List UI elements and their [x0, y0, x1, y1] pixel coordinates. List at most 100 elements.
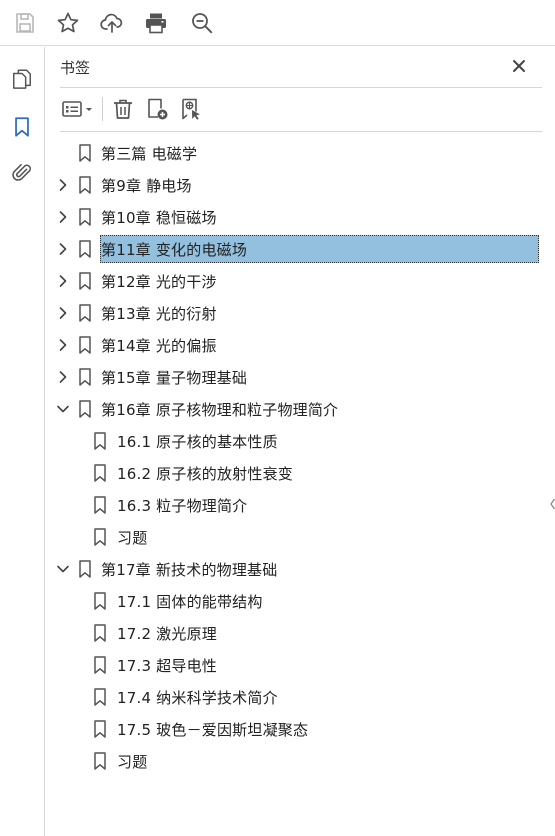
print-button[interactable]	[142, 9, 170, 37]
bookmark-item-icon	[79, 400, 91, 418]
trash-icon	[114, 99, 132, 119]
bookmark-label: 第11章 变化的电磁场	[101, 241, 248, 259]
bookmarks-panel: 书签 第三篇 电磁学 第9章 静电场 第10章 稳恒磁场 第11章 变化的电磁场…	[46, 47, 555, 836]
toolbar-separator	[102, 97, 103, 121]
bookmark-row-selected[interactable]: 第11章 变化的电磁场	[46, 235, 555, 263]
bookmark-label: 习题	[117, 529, 148, 547]
bookmark-item-icon	[94, 688, 106, 706]
chevron-right-icon[interactable]	[56, 338, 70, 352]
bookmark-row[interactable]: 16.1 原子核的基本性质	[46, 427, 555, 455]
bookmark-label: 第17章 新技术的物理基础	[101, 561, 278, 579]
bookmark-label: 17.5 玻色－爱因斯坦凝聚态	[117, 721, 309, 739]
bookmark-label: 17.3 超导电性	[117, 657, 217, 675]
bookmark-label: 17.4 纳米科学技术简介	[117, 689, 278, 707]
delete-bookmark-button[interactable]	[110, 95, 136, 123]
bookmark-item-icon	[94, 592, 106, 610]
bookmark-label: 第12章 光的干涉	[101, 273, 217, 291]
chevron-right-icon[interactable]	[56, 210, 70, 224]
bookmark-label: 第15章 量子物理基础	[101, 369, 248, 387]
chevron-right-icon[interactable]	[56, 306, 70, 320]
chevron-right-icon[interactable]	[56, 370, 70, 384]
chevron-right-icon[interactable]	[56, 242, 70, 256]
bookmark-row[interactable]: 16.3 粒子物理简介	[46, 491, 555, 519]
bookmark-item-icon	[79, 272, 91, 290]
new-bookmark-button[interactable]	[144, 95, 170, 123]
save-icon	[16, 13, 34, 33]
bookmark-row[interactable]: 第10章 稳恒磁场	[46, 203, 555, 231]
bookmark-item-icon	[94, 720, 106, 738]
bookmark-row[interactable]: 第13章 光的衍射	[46, 299, 555, 327]
bookmark-item-icon	[79, 144, 91, 162]
bookmarks-panel-button[interactable]	[9, 114, 35, 140]
bookmark-item-icon	[79, 240, 91, 258]
bookmark-label: 第16章 原子核物理和粒子物理简介	[101, 401, 339, 419]
bookmark-row[interactable]: 第三篇 电磁学	[46, 139, 555, 167]
bookmark-row[interactable]: 习题	[46, 523, 555, 551]
pages-icon	[13, 69, 31, 89]
bookmark-row[interactable]: 16.2 原子核的放射性衰变	[46, 459, 555, 487]
bookmark-row[interactable]: 17.1 固体的能带结构	[46, 587, 555, 615]
attachments-panel-button[interactable]	[9, 160, 35, 186]
save-button[interactable]	[11, 9, 39, 37]
bookmark-item-icon	[94, 432, 106, 450]
chevron-down-icon[interactable]	[56, 562, 70, 576]
bookmark-label: 17.2 激光原理	[117, 625, 217, 643]
bookmark-row[interactable]: 17.5 玻色－爱因斯坦凝聚态	[46, 715, 555, 743]
star-icon	[57, 12, 79, 33]
bookmark-toolbar	[60, 95, 540, 123]
bookmark-row[interactable]: 17.3 超导电性	[46, 651, 555, 679]
chevron-right-icon[interactable]	[56, 274, 70, 288]
bookmark-row[interactable]: 17.4 纳米科学技术简介	[46, 683, 555, 711]
bookmark-row[interactable]: 第14章 光的偏振	[46, 331, 555, 359]
close-icon	[513, 60, 525, 72]
bookmark-item-icon	[94, 752, 106, 770]
bookmark-label: 习题	[117, 753, 148, 771]
bookmark-label: 16.3 粒子物理简介	[117, 497, 248, 515]
bookmark-row[interactable]: 第15章 量子物理基础	[46, 363, 555, 391]
upload-button[interactable]	[98, 9, 126, 37]
divider	[60, 131, 542, 132]
panel-resize-handle[interactable]	[550, 497, 555, 511]
bookmark-icon	[15, 117, 29, 137]
bookmark-row[interactable]: 第16章 原子核物理和粒子物理简介	[46, 395, 555, 423]
left-rail	[0, 47, 45, 836]
bookmark-label: 17.1 固体的能带结构	[117, 593, 263, 611]
bookmark-label: 16.1 原子核的基本性质	[117, 433, 278, 451]
bookmark-item-icon	[94, 464, 106, 482]
close-panel-button[interactable]	[509, 56, 529, 76]
bookmark-item-icon	[79, 560, 91, 578]
bookmark-label: 第三篇 电磁学	[101, 145, 198, 163]
options-menu-icon	[62, 101, 92, 117]
bookmark-label: 第13章 光的衍射	[101, 305, 217, 323]
bookmark-row[interactable]: 17.2 激光原理	[46, 619, 555, 647]
bookmark-item-icon	[79, 176, 91, 194]
top-toolbar	[0, 0, 555, 46]
bookmark-item-icon	[79, 336, 91, 354]
bookmark-row[interactable]: 第9章 静电场	[46, 171, 555, 199]
zoom-out-icon	[192, 13, 213, 34]
attachment-icon	[12, 163, 31, 181]
bookmark-item-icon	[79, 368, 91, 386]
bookmark-item-icon	[79, 208, 91, 226]
bookmark-search-button[interactable]	[178, 95, 204, 123]
bookmark-label: 16.2 原子核的放射性衰变	[117, 465, 293, 483]
pages-panel-button[interactable]	[9, 66, 35, 92]
bookmark-row[interactable]: 习题	[46, 747, 555, 775]
chevron-right-icon[interactable]	[56, 178, 70, 192]
panel-title: 书签	[60, 59, 91, 77]
bookmark-item-icon	[94, 624, 106, 642]
new-bookmark-icon	[148, 98, 168, 120]
bookmark-row[interactable]: 第12章 光的干涉	[46, 267, 555, 295]
favorite-button[interactable]	[54, 9, 82, 37]
upload-cloud-icon	[100, 13, 123, 33]
bookmark-item-icon	[79, 304, 91, 322]
zoom-out-button[interactable]	[188, 9, 216, 37]
options-menu-button[interactable]	[60, 95, 96, 123]
bookmark-item-icon	[94, 656, 106, 674]
divider	[60, 87, 542, 88]
bookmark-label: 第14章 光的偏振	[101, 337, 217, 355]
chevron-down-icon[interactable]	[56, 402, 70, 416]
print-icon	[146, 13, 166, 34]
bookmark-label: 第9章 静电场	[101, 177, 192, 195]
bookmark-row[interactable]: 第17章 新技术的物理基础	[46, 555, 555, 583]
